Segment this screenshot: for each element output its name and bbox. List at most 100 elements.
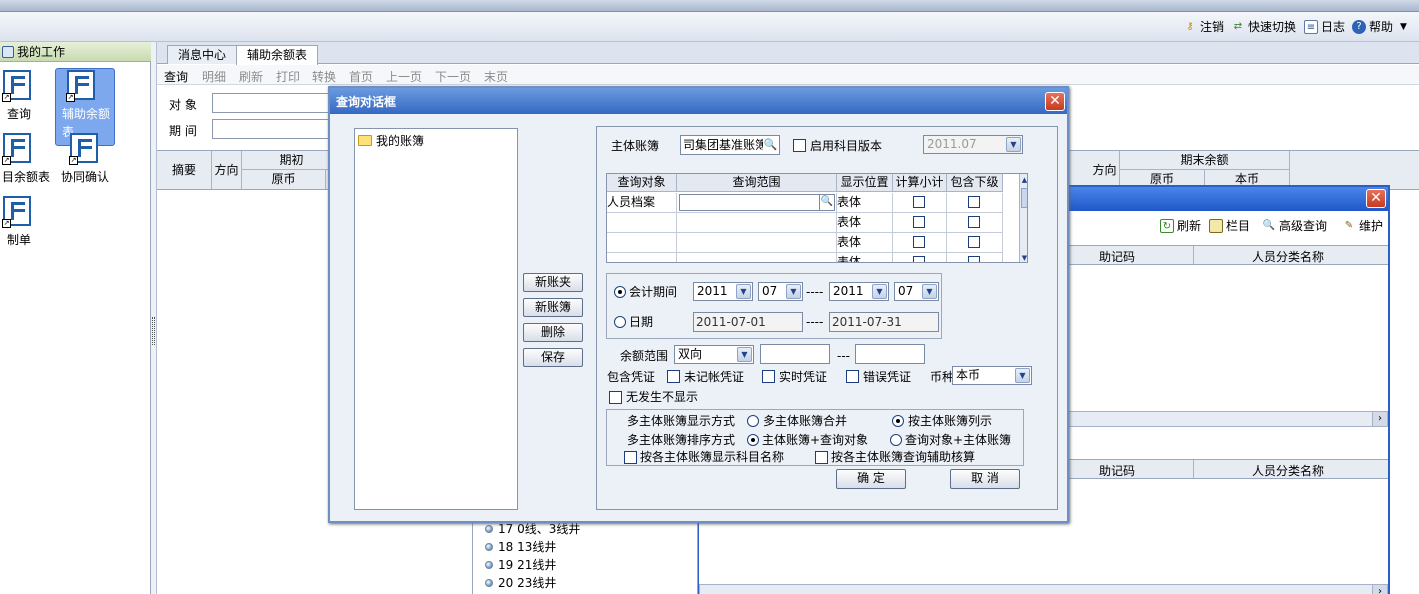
toolbar-last-page[interactable]: 末页 — [484, 68, 508, 85]
back-toolbar-refresh[interactable]: ↻ 刷新 — [1160, 217, 1201, 234]
currency-select[interactable]: 本币 ▼ — [952, 366, 1032, 385]
query-dialog-titlebar[interactable]: 查询对话框 — [330, 88, 1067, 114]
toolbar-prev-page[interactable]: 上一页 — [386, 68, 422, 85]
col-opening[interactable]: 期初 — [242, 151, 342, 170]
cell-display-position[interactable]: 表体 — [837, 213, 893, 233]
scroll-thumb[interactable] — [1021, 188, 1027, 208]
query-table-vscroll[interactable]: ▲ ▼ — [1019, 174, 1027, 262]
show-subject-name-checkbox[interactable] — [624, 451, 637, 464]
unposted-voucher-checkbox[interactable] — [667, 370, 680, 383]
col-closing[interactable]: 期末余额 — [1120, 151, 1290, 170]
to-date-input[interactable]: 2011-07-31 — [829, 312, 939, 332]
aux-balance-shortcut-icon[interactable]: ↗ — [65, 68, 99, 102]
sort-object-book-radio[interactable] — [890, 434, 902, 446]
cell-query-range[interactable]: 🔍 — [677, 193, 837, 213]
logout-link[interactable]: ⚷ 注销 — [1183, 18, 1224, 35]
col-direction[interactable]: 方向 — [212, 151, 242, 189]
col-orig-currency[interactable]: 原币 — [242, 170, 326, 189]
multi-merge-radio[interactable] — [747, 415, 759, 427]
col-mnemonic-2[interactable]: 助记码 — [1099, 462, 1135, 479]
query-shortcut-icon[interactable]: ↗ — [1, 68, 35, 102]
toolbar-query[interactable]: 查询 — [164, 68, 188, 85]
include-sub-checkbox[interactable] — [968, 196, 980, 208]
subtotal-checkbox[interactable] — [913, 216, 925, 228]
col-mnemonic[interactable]: 助记码 — [1099, 248, 1135, 265]
tree-item[interactable]: 18 13线井 — [485, 538, 556, 555]
accounting-period-radio[interactable] — [614, 286, 626, 298]
subject-balance-shortcut-icon[interactable]: ↗ — [1, 131, 35, 165]
search-icon[interactable]: 🔍 — [763, 137, 778, 153]
scroll-down-icon[interactable]: ▼ — [1020, 252, 1027, 262]
shortcut-label-collab-confirm[interactable]: 协同确认 — [61, 168, 109, 185]
col-person-category[interactable]: 人员分类名称 — [1252, 248, 1324, 265]
back-hscroll-bottom[interactable]: › — [699, 584, 1388, 594]
include-sub-checkbox[interactable] — [968, 256, 980, 262]
balance-max-input[interactable] — [855, 344, 925, 364]
close-icon[interactable]: ✕ — [1045, 92, 1065, 111]
cell-query-range[interactable] — [677, 253, 837, 262]
cell-query-object[interactable] — [607, 253, 677, 262]
cell-query-object[interactable] — [607, 233, 677, 253]
new-book-button[interactable]: 新账簿 — [523, 298, 583, 317]
version-select[interactable]: 2011.07 ▼ — [923, 135, 1023, 154]
date-radio[interactable] — [614, 316, 626, 328]
cell-query-object[interactable]: 人员档案 — [607, 193, 677, 213]
period-input[interactable] — [212, 119, 332, 139]
scroll-up-icon[interactable]: ▲ — [1020, 174, 1027, 186]
realtime-voucher-checkbox[interactable] — [762, 370, 775, 383]
close-icon[interactable]: ✕ — [1366, 189, 1386, 208]
from-month-select[interactable]: 07 ▼ — [758, 282, 803, 301]
to-year-select[interactable]: 2011 ▼ — [829, 282, 889, 301]
cell-query-object[interactable] — [607, 213, 677, 233]
balance-range-select[interactable]: 双向 ▼ — [674, 345, 754, 364]
to-month-select[interactable]: 07 ▼ — [894, 282, 939, 301]
back-toolbar-maintain[interactable]: ✎ 维护 — [1342, 217, 1383, 234]
tree-item[interactable]: 20 23线井 — [485, 574, 556, 591]
toolbar-detail[interactable]: 明细 — [202, 68, 226, 85]
help-link[interactable]: ? 帮助 ▼ — [1352, 18, 1407, 35]
cell-display-position[interactable]: 表体 — [837, 193, 893, 213]
col-direction-2[interactable]: 方向 — [1090, 151, 1120, 189]
enable-version-checkbox[interactable] — [793, 139, 806, 152]
subtotal-checkbox[interactable] — [913, 196, 925, 208]
query-aux-checkbox[interactable] — [815, 451, 828, 464]
main-book-input[interactable]: 司集团基准账簿 🔍 — [680, 135, 780, 155]
error-voucher-checkbox[interactable] — [846, 370, 859, 383]
subtotal-checkbox[interactable] — [913, 236, 925, 248]
back-toolbar-columns[interactable]: 栏目 — [1209, 217, 1250, 234]
shortcut-label-query[interactable]: 查询 — [7, 105, 31, 122]
make-voucher-shortcut-icon[interactable]: ↗ — [1, 194, 35, 228]
object-input[interactable] — [212, 93, 332, 113]
from-date-input[interactable]: 2011-07-01 — [693, 312, 803, 332]
tab-aux-balance[interactable]: 辅助余额表 — [236, 45, 319, 65]
splitter-grip[interactable] — [152, 317, 155, 345]
cell-query-range[interactable] — [677, 213, 837, 233]
tree-item[interactable]: 19 21线井 — [485, 556, 556, 573]
toolbar-print[interactable]: 打印 — [276, 68, 300, 85]
tab-message-center[interactable]: 消息中心 — [167, 45, 238, 64]
search-icon[interactable]: 🔍 — [819, 195, 834, 210]
from-year-select[interactable]: 2011 ▼ — [693, 282, 753, 301]
col-person-category-2[interactable]: 人员分类名称 — [1252, 462, 1324, 479]
cell-display-position[interactable]: 表体 — [837, 233, 893, 253]
back-toolbar-advanced-search[interactable]: 🔍 高级查询 — [1262, 217, 1327, 234]
sort-book-object-radio[interactable] — [747, 434, 759, 446]
ok-button[interactable]: 确 定 — [836, 469, 906, 489]
no-occurrence-checkbox[interactable] — [609, 391, 622, 404]
col-summary[interactable]: 摘要 — [157, 151, 212, 189]
log-link[interactable]: ≡ 日志 — [1304, 18, 1345, 35]
delete-button[interactable]: 删除 — [523, 323, 583, 342]
cell-display-position[interactable]: 表体 — [837, 253, 893, 262]
cell-query-range[interactable] — [677, 233, 837, 253]
quick-switch-link[interactable]: ⇄ 快速切换 — [1231, 18, 1296, 35]
collab-confirm-shortcut-icon[interactable]: ↗ — [68, 131, 102, 165]
subtotal-checkbox[interactable] — [913, 256, 925, 262]
include-sub-checkbox[interactable] — [968, 216, 980, 228]
toolbar-next-page[interactable]: 下一页 — [435, 68, 471, 85]
toolbar-first-page[interactable]: 首页 — [349, 68, 373, 85]
save-button[interactable]: 保存 — [523, 348, 583, 367]
multi-list-radio[interactable] — [892, 415, 904, 427]
cancel-button[interactable]: 取 消 — [950, 469, 1020, 489]
toolbar-convert[interactable]: 转换 — [312, 68, 336, 85]
new-folder-button[interactable]: 新账夹 — [523, 273, 583, 292]
